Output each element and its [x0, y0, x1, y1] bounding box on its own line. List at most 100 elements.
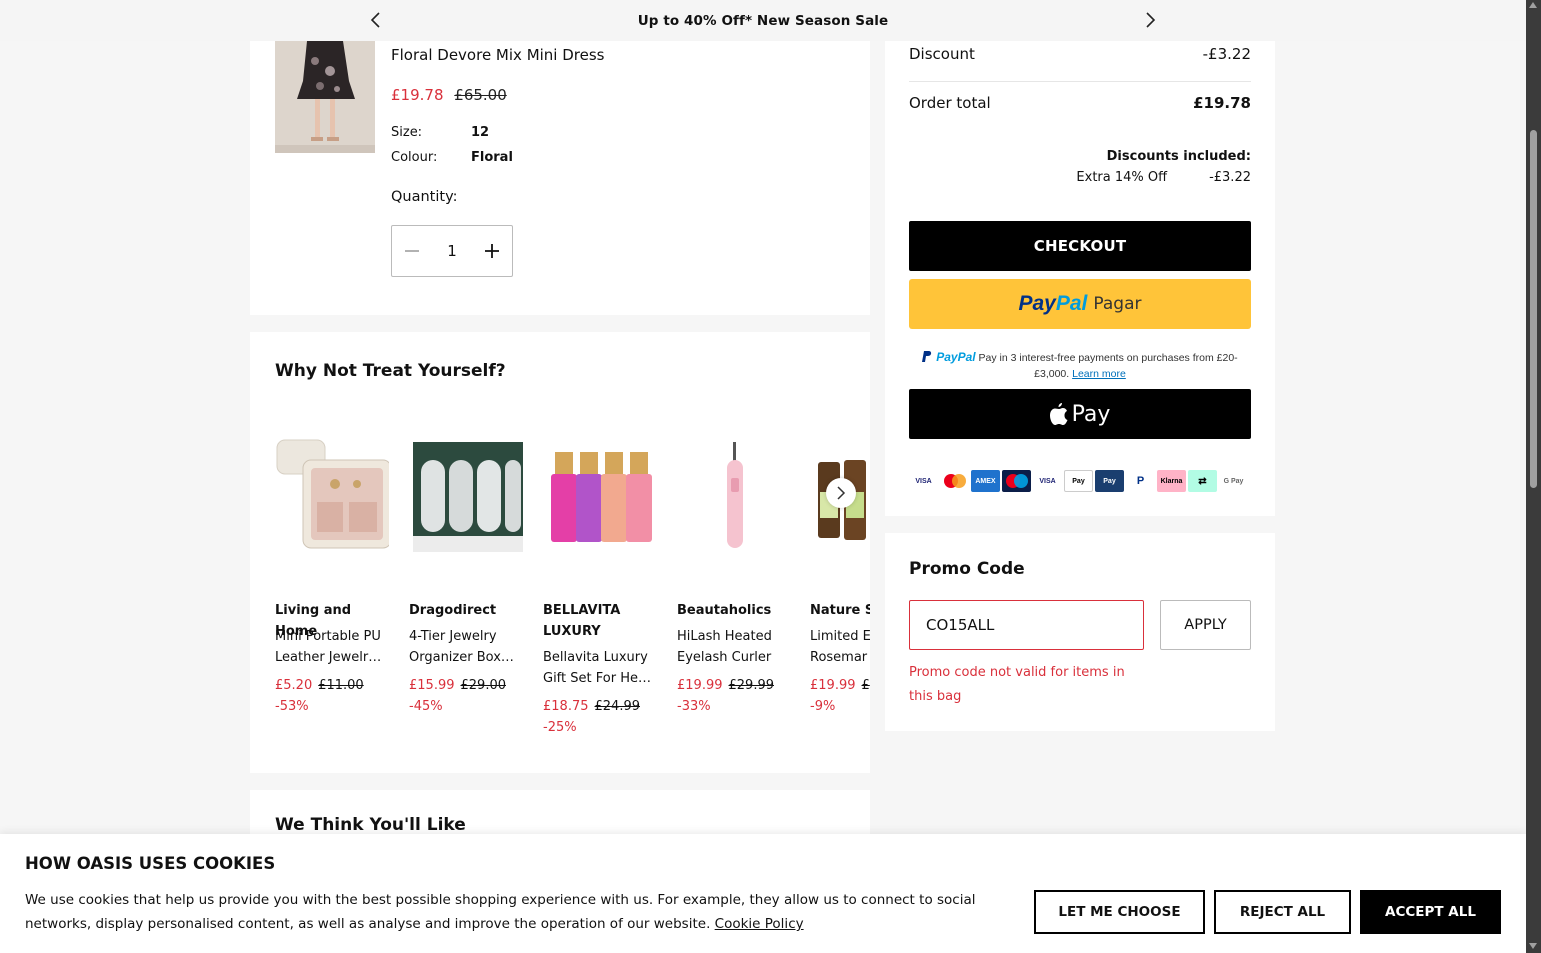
product-tile[interactable]: Nature S Limited E Rosemar £19.99 £ -9% — [810, 432, 870, 732]
paypal-button[interactable]: PayPal Pagar — [909, 279, 1251, 329]
price-was: £24.99 — [594, 699, 641, 714]
scroll-down-icon[interactable] — [1529, 943, 1537, 949]
apple-icon — [1049, 403, 1068, 425]
reject-all-button[interactable]: REJECT ALL — [1214, 890, 1351, 934]
quantity-label: Quantity: — [391, 189, 458, 205]
paypal-brand: PayPal — [936, 350, 976, 364]
discount-percent: -9% — [810, 699, 836, 714]
size-value: 12 — [471, 125, 490, 140]
discount-label: Discount — [909, 45, 975, 63]
chevron-left-icon[interactable] — [366, 10, 386, 30]
size-label: Size: — [391, 125, 423, 140]
paypal-icon — [922, 351, 932, 362]
klarna-icon: Klarna — [1157, 470, 1186, 492]
paypal-pay-in-3-message: PayPal Pay in 3 interest-free payments o… — [909, 349, 1251, 382]
order-summary: Discount -£3.22 Order total £19.78 Disco… — [885, 41, 1275, 516]
product-price: £15.99 £29.00 — [409, 678, 506, 693]
minus-icon — [405, 250, 419, 252]
price-was: £ — [861, 678, 870, 693]
product-image[interactable] — [409, 432, 523, 552]
cookie-title: HOW OASIS USES COOKIES — [25, 854, 276, 873]
product-image[interactable] — [677, 432, 791, 552]
apple-pay-icon: Pay — [1064, 470, 1093, 492]
paypal-pagar-label: Pagar — [1093, 294, 1142, 314]
promo-banner-text[interactable]: Up to 40% Off* New Season Sale — [638, 13, 889, 29]
extra-discount-value: -£3.22 — [1209, 170, 1251, 185]
promo-banner: Up to 40% Off* New Season Sale — [0, 0, 1526, 41]
accept-all-button[interactable]: ACCEPT ALL — [1360, 890, 1501, 934]
product-brand[interactable]: Beautaholics — [677, 600, 797, 621]
recommendations-section-2: We Think You'll Like — [250, 790, 870, 840]
paypal-pay-icon: Pay — [1095, 470, 1124, 492]
product-image[interactable] — [275, 432, 389, 552]
product-brand[interactable]: Dragodirect — [409, 600, 529, 621]
product-image[interactable] — [275, 41, 375, 153]
product-name[interactable]: 4-Tier Jewelry Organizer Box… — [409, 626, 527, 668]
chevron-right-icon[interactable] — [1140, 10, 1160, 30]
chevron-right-icon — [837, 486, 846, 500]
recommendations-section: Why Not Treat Yourself? Living and Home … — [250, 332, 870, 773]
product-tile[interactable]: Beautaholics HiLash Heated Eyelash Curle… — [677, 432, 797, 714]
mastercard-icon — [940, 470, 969, 492]
promo-error-message: Promo code not valid for items in this b… — [909, 665, 1125, 704]
visa-icon: VISA — [909, 470, 938, 492]
section-title: We Think You'll Like — [275, 815, 466, 835]
apple-pay-button[interactable]: Pay — [909, 389, 1251, 439]
price-now: £19.99 — [677, 678, 723, 693]
product-brand[interactable]: BELLAVITA LUXURY — [543, 600, 663, 642]
discount-row: Discount -£3.22 — [909, 45, 1251, 63]
scrollbar[interactable] — [1526, 0, 1541, 953]
carousel-next-button[interactable] — [826, 478, 856, 508]
product-price: £18.75 £24.99 — [543, 699, 640, 714]
apple-pay-label: Pay — [1071, 401, 1111, 427]
apply-button[interactable]: APPLY — [1160, 600, 1251, 650]
order-total-row: Order total £19.78 — [909, 94, 1251, 112]
quantity-value[interactable]: 1 — [432, 242, 472, 260]
visa-electron-icon: VISA — [1033, 470, 1062, 492]
cookie-banner: HOW OASIS USES COOKIES We use cookies th… — [0, 834, 1526, 953]
price-now: £5.20 — [275, 678, 313, 693]
promo-code-input[interactable] — [909, 600, 1144, 650]
price-now: £18.75 — [543, 699, 589, 714]
paypal-logo: PayPal — [1018, 292, 1088, 315]
order-total-value: £19.78 — [1193, 94, 1251, 112]
paypal-p-icon: P — [1126, 470, 1155, 492]
amex-icon: AMEX — [971, 470, 1000, 492]
price-now: £15.99 — [409, 678, 455, 693]
learn-more-link[interactable]: Learn more — [1072, 368, 1126, 380]
cart-item-card: Floral Devore Mix Mini Dress £19.78 £65.… — [250, 41, 870, 315]
scrollbar-thumb[interactable] — [1530, 130, 1537, 488]
extra-discount-label: Extra 14% Off — [1076, 170, 1168, 185]
product-title[interactable]: Floral Devore Mix Mini Dress — [391, 46, 605, 64]
discount-percent: -25% — [543, 720, 577, 735]
product-tile[interactable]: Living and Home Mini Portable PU Leather… — [275, 432, 395, 714]
discount-detail: Extra 14% Off -£3.22 — [1076, 170, 1251, 185]
promo-code-section: Promo Code APPLY Promo code not valid fo… — [885, 533, 1275, 731]
colour-row: Colour: Floral — [391, 150, 513, 165]
price-was: £65.00 — [454, 86, 507, 104]
product-brand[interactable]: Nature S — [810, 600, 870, 621]
let-me-choose-button[interactable]: LET ME CHOOSE — [1034, 890, 1205, 934]
product-tile[interactable]: BELLAVITA LUXURY Bellavita Luxury Gift S… — [543, 432, 663, 735]
product-name[interactable]: Limited E Rosemar — [810, 626, 870, 668]
product-name[interactable]: HiLash Heated Eyelash Curler — [677, 626, 795, 668]
maestro-icon — [1002, 470, 1031, 492]
plus-icon — [485, 244, 499, 258]
increase-quantity-button[interactable] — [472, 226, 512, 276]
promo-title: Promo Code — [909, 559, 1025, 579]
product-tile[interactable]: Dragodirect 4-Tier Jewelry Organizer Box… — [409, 432, 529, 714]
decrease-quantity-button[interactable] — [392, 226, 432, 276]
product-name[interactable]: Mini Portable PU Leather Jewelr… — [275, 626, 393, 668]
discount-percent: -53% — [275, 699, 309, 714]
scroll-up-icon[interactable] — [1529, 2, 1537, 8]
product-price: £5.20 £11.00 — [275, 678, 364, 693]
product-name[interactable]: Bellavita Luxury Gift Set For He… — [543, 647, 661, 689]
checkout-button[interactable]: CHECKOUT — [909, 221, 1251, 271]
order-total-label: Order total — [909, 94, 991, 112]
price-now: £19.99 — [810, 678, 856, 693]
product-price: £19.78 £65.00 — [391, 86, 507, 104]
price-was: £11.00 — [318, 678, 364, 693]
product-image[interactable] — [543, 432, 657, 552]
cookie-policy-link[interactable]: Cookie Policy — [715, 916, 804, 932]
discount-percent: -45% — [409, 699, 443, 714]
